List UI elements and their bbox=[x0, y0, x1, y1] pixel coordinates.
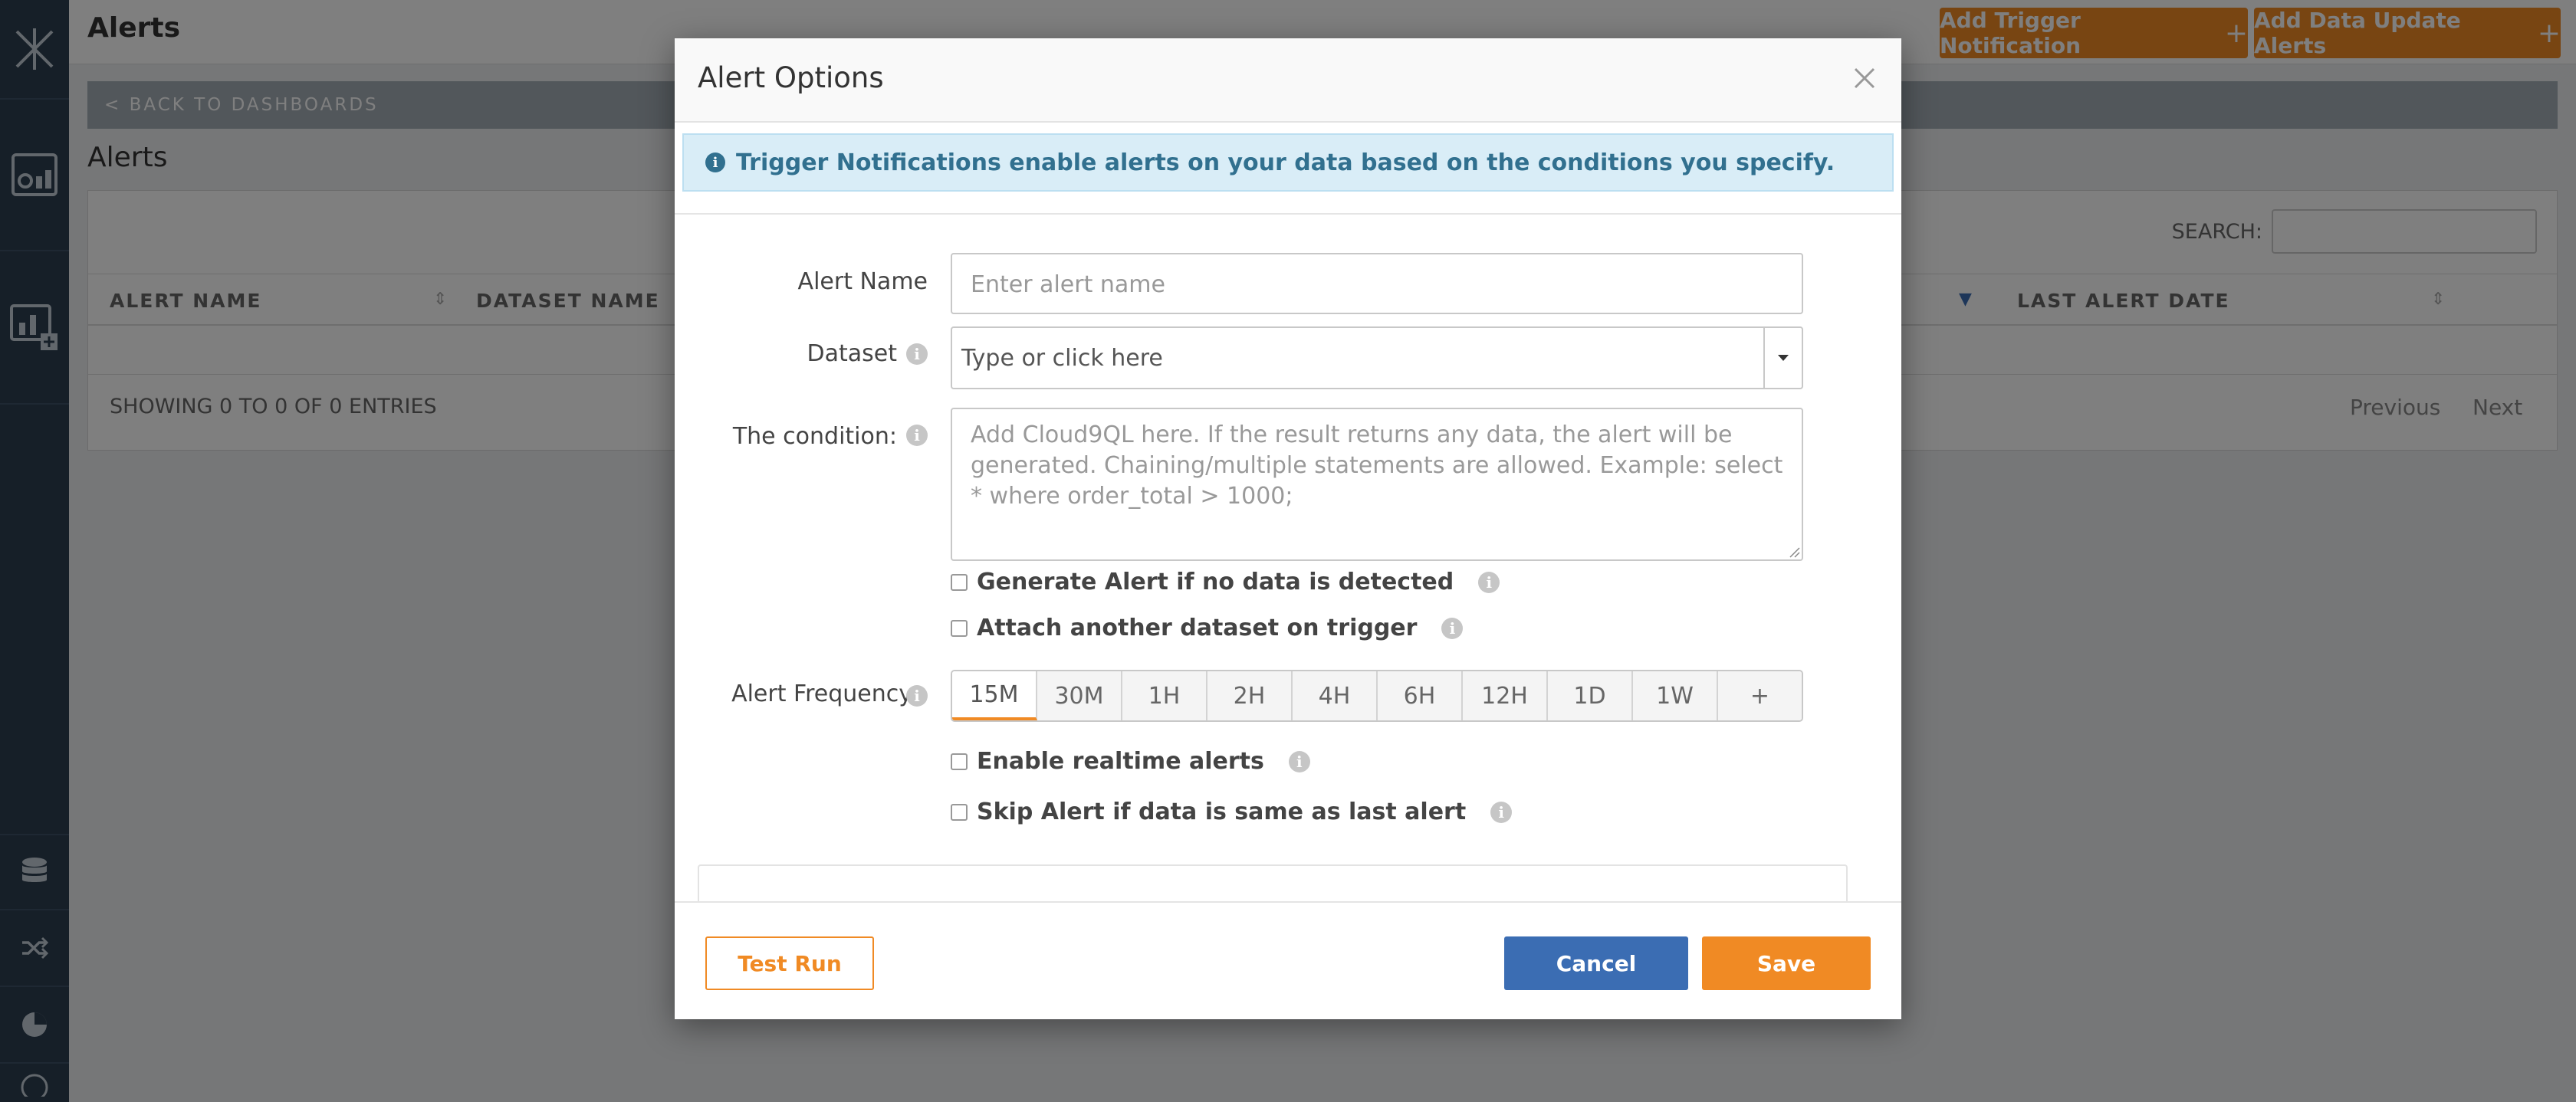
dataset-placeholder: Type or click here bbox=[961, 345, 1163, 372]
frequency-custom-button[interactable]: + bbox=[1718, 671, 1802, 720]
dataset-label: Dataset bbox=[807, 340, 897, 367]
generate-alert-no-data-label: Generate Alert if no data is detected bbox=[977, 569, 1454, 595]
attach-dataset-checkbox[interactable] bbox=[951, 619, 968, 637]
attach-dataset-label: Attach another dataset on trigger bbox=[977, 615, 1418, 641]
dataset-info-icon[interactable]: i bbox=[906, 343, 928, 365]
info-banner: i Trigger Notifications enable alerts on… bbox=[682, 133, 1894, 192]
info-icon[interactable]: i bbox=[1288, 750, 1310, 772]
frequency-15m-button[interactable]: 15M bbox=[952, 671, 1037, 720]
modal-title: Alert Options bbox=[698, 61, 884, 94]
skip-alert-label: Skip Alert if data is same as last alert bbox=[977, 799, 1467, 825]
frequency-1d-button[interactable]: 1D bbox=[1548, 671, 1633, 720]
skip-alert-option[interactable]: Skip Alert if data is same as last alert… bbox=[951, 799, 1513, 825]
modal-footer: Test Run Cancel Save bbox=[675, 901, 1901, 1019]
condition-textarea[interactable]: Add Cloud9QL here. If the result returns… bbox=[951, 408, 1803, 561]
condition-label: The condition: bbox=[732, 423, 897, 450]
alert-name-label: Alert Name bbox=[797, 268, 928, 295]
info-icon[interactable]: i bbox=[1478, 571, 1500, 593]
condition-placeholder: Add Cloud9QL here. If the result returns… bbox=[971, 421, 1783, 510]
divider bbox=[675, 213, 1901, 215]
condition-info-icon[interactable]: i bbox=[906, 425, 928, 446]
alert-name-input[interactable]: Enter alert name bbox=[951, 253, 1803, 314]
realtime-alerts-option[interactable]: Enable realtime alerts i bbox=[951, 748, 1310, 775]
alert-frequency-label: Alert Frequency bbox=[690, 681, 912, 707]
cancel-button[interactable]: Cancel bbox=[1504, 936, 1688, 990]
skip-alert-checkbox[interactable] bbox=[951, 803, 968, 821]
frequency-6h-button[interactable]: 6H bbox=[1378, 671, 1463, 720]
info-icon[interactable]: i bbox=[1441, 617, 1464, 639]
frequency-1w-button[interactable]: 1W bbox=[1633, 671, 1718, 720]
dropdown-toggle[interactable] bbox=[1763, 328, 1802, 388]
info-icon[interactable]: i bbox=[1490, 801, 1513, 823]
frequency-2h-button[interactable]: 2H bbox=[1208, 671, 1293, 720]
modal-header: Alert Options bbox=[675, 38, 1901, 123]
frequency-info-icon[interactable]: i bbox=[906, 685, 928, 707]
alert-options-modal: Alert Options i Trigger Notifications en… bbox=[675, 38, 1901, 1019]
frequency-30m-button[interactable]: 30M bbox=[1037, 671, 1122, 720]
generate-alert-no-data-option[interactable]: Generate Alert if no data is detected i bbox=[951, 569, 1500, 595]
frequency-1h-button[interactable]: 1H bbox=[1122, 671, 1208, 720]
alert-frequency-text: Alert Frequency bbox=[731, 681, 912, 707]
info-text: Trigger Notifications enable alerts on y… bbox=[736, 149, 1835, 176]
generate-alert-no-data-checkbox[interactable] bbox=[951, 573, 968, 591]
attach-dataset-option[interactable]: Attach another dataset on trigger i bbox=[951, 615, 1464, 641]
frequency-4h-button[interactable]: 4H bbox=[1293, 671, 1378, 720]
dataset-select[interactable]: Type or click here bbox=[951, 326, 1803, 389]
realtime-alerts-label: Enable realtime alerts bbox=[977, 748, 1264, 775]
frequency-12h-button[interactable]: 12H bbox=[1463, 671, 1548, 720]
close-icon[interactable] bbox=[1848, 61, 1881, 95]
info-icon: i bbox=[705, 153, 725, 172]
resize-handle-icon[interactable] bbox=[1788, 546, 1800, 558]
caret-down-icon bbox=[1778, 355, 1789, 361]
realtime-alerts-checkbox[interactable] bbox=[951, 753, 968, 770]
save-button[interactable]: Save bbox=[1702, 936, 1871, 990]
frequency-button-group: 15M 30M 1H 2H 4H 6H 12H 1D 1W + bbox=[951, 670, 1803, 722]
test-run-button[interactable]: Test Run bbox=[705, 936, 874, 990]
